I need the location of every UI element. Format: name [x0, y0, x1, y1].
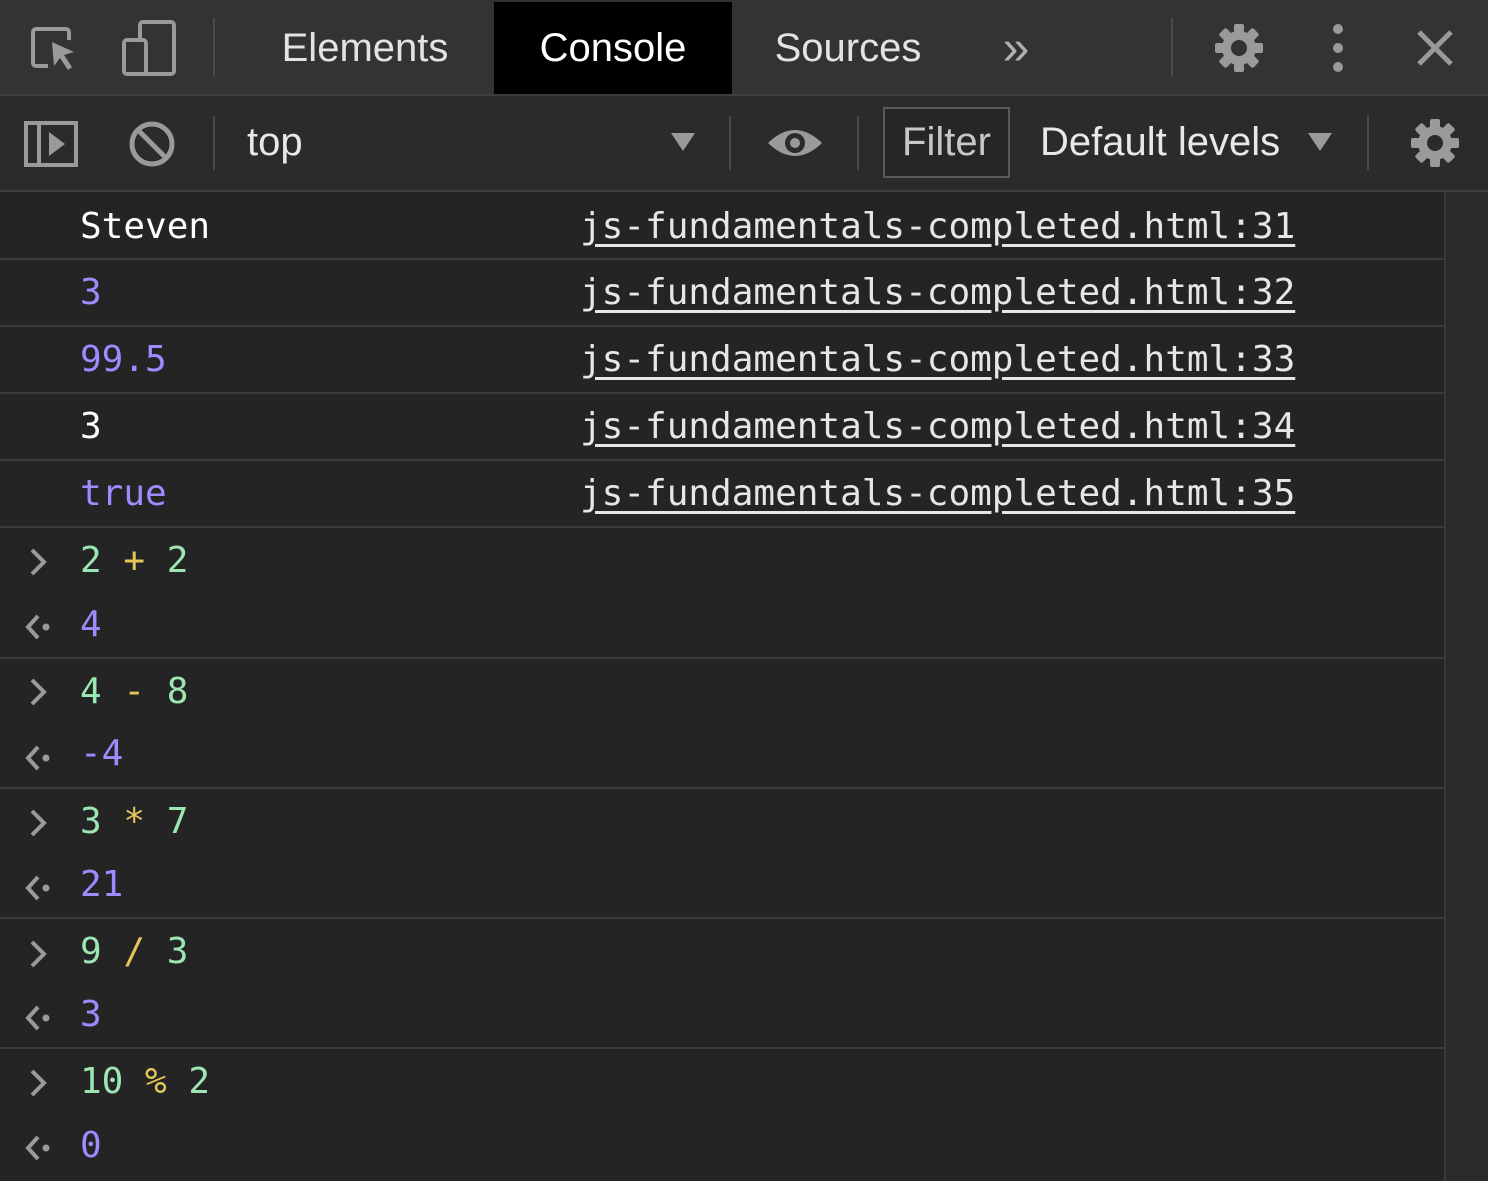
operand: 8 [166, 671, 189, 712]
inspect-element-icon[interactable] [24, 18, 84, 78]
log-value: 3 [80, 406, 102, 447]
log-value: 3 [80, 272, 102, 313]
operand: 10 [80, 1061, 124, 1102]
tab-console[interactable]: Console [494, 2, 732, 94]
log-source-link[interactable]: js-fundamentals-completed.html:32 [580, 272, 1295, 313]
log-value: true [80, 473, 167, 514]
log-source-link[interactable]: js-fundamentals-completed.html:31 [580, 206, 1295, 247]
result-arrow-icon [25, 745, 50, 771]
toolbar-divider [1367, 116, 1369, 170]
operator: + [123, 540, 146, 581]
log-message: 3 js-fundamentals-completed.html:34 [0, 394, 1444, 461]
device-toolbar-icon[interactable] [118, 18, 178, 78]
close-icon[interactable] [1405, 18, 1465, 78]
live-expression-eye-icon[interactable] [765, 113, 825, 173]
input-prompt-icon [30, 940, 47, 968]
result-value: 21 [80, 864, 124, 905]
operand: 3 [80, 801, 102, 842]
log-message: 3 js-fundamentals-completed.html:32 [0, 260, 1444, 327]
operand: 2 [166, 540, 189, 581]
console-scrollbar[interactable] [1444, 192, 1488, 1181]
chevron-down-icon[interactable] [653, 112, 713, 172]
clear-console-icon[interactable] [122, 114, 182, 174]
log-value: 99.5 [80, 339, 167, 380]
log-value: Steven [80, 206, 211, 247]
sidebar-toggle-icon[interactable] [21, 114, 81, 174]
toolbar-divider [857, 116, 859, 170]
evaluation-group: 3 * 7 21 [0, 789, 1444, 919]
log-levels-dropdown[interactable]: Default levels [1040, 120, 1280, 165]
operand: 9 [80, 931, 102, 972]
log-source-link[interactable]: js-fundamentals-completed.html:33 [580, 339, 1295, 380]
more-tabs-icon[interactable]: » [984, 2, 1048, 94]
operator: - [123, 671, 146, 712]
log-source-link[interactable]: js-fundamentals-completed.html:35 [580, 473, 1295, 514]
console-settings-gear-icon[interactable] [1405, 113, 1465, 173]
tab-sources[interactable]: Sources [752, 2, 944, 94]
input-prompt-icon [30, 548, 47, 576]
result-arrow-icon [25, 875, 50, 901]
evaluation-group: 9 / 3 3 [0, 919, 1444, 1049]
operator: * [123, 801, 146, 842]
filter-input[interactable]: Filter [883, 107, 1010, 178]
input-prompt-icon [30, 809, 47, 837]
evaluation-group: 4 - 8 -4 [0, 659, 1444, 789]
console-output: Steven js-fundamentals-completed.html:31… [0, 192, 1444, 1181]
evaluation-group: 2 + 2 4 [0, 528, 1444, 659]
execution-context-select[interactable]: top [247, 120, 303, 165]
result-arrow-icon [25, 614, 50, 640]
operand: 2 [80, 540, 102, 581]
kebab-menu-icon[interactable] [1308, 18, 1368, 78]
devtools-tabbar: Elements Console Sources » [0, 0, 1488, 96]
tab-elements[interactable]: Elements [256, 2, 474, 94]
operand: 4 [80, 671, 102, 712]
log-message: true js-fundamentals-completed.html:35 [0, 461, 1444, 528]
operand: 7 [166, 801, 189, 842]
operand: 3 [166, 931, 189, 972]
toolbar-divider [213, 116, 215, 170]
log-message: Steven js-fundamentals-completed.html:31 [0, 192, 1444, 260]
log-message: 99.5 js-fundamentals-completed.html:33 [0, 327, 1444, 394]
result-value: -4 [80, 733, 124, 774]
toolbar-divider [729, 116, 731, 170]
input-prompt-icon [30, 678, 47, 706]
tabbar-divider [1171, 18, 1173, 76]
evaluation-group: 10 % 2 0 [0, 1049, 1444, 1181]
result-value: 0 [80, 1125, 102, 1166]
input-prompt-icon [30, 1069, 47, 1097]
result-value: 4 [80, 604, 102, 645]
chevron-down-icon[interactable] [1290, 112, 1350, 172]
tabbar-divider [213, 18, 215, 76]
settings-gear-icon[interactable] [1209, 18, 1269, 78]
log-source-link[interactable]: js-fundamentals-completed.html:34 [580, 406, 1295, 447]
operand: 2 [188, 1061, 211, 1102]
operator: / [123, 931, 146, 972]
operator: % [145, 1061, 167, 1102]
result-arrow-icon [25, 1005, 50, 1031]
result-arrow-icon [25, 1135, 50, 1161]
result-value: 3 [80, 994, 102, 1035]
